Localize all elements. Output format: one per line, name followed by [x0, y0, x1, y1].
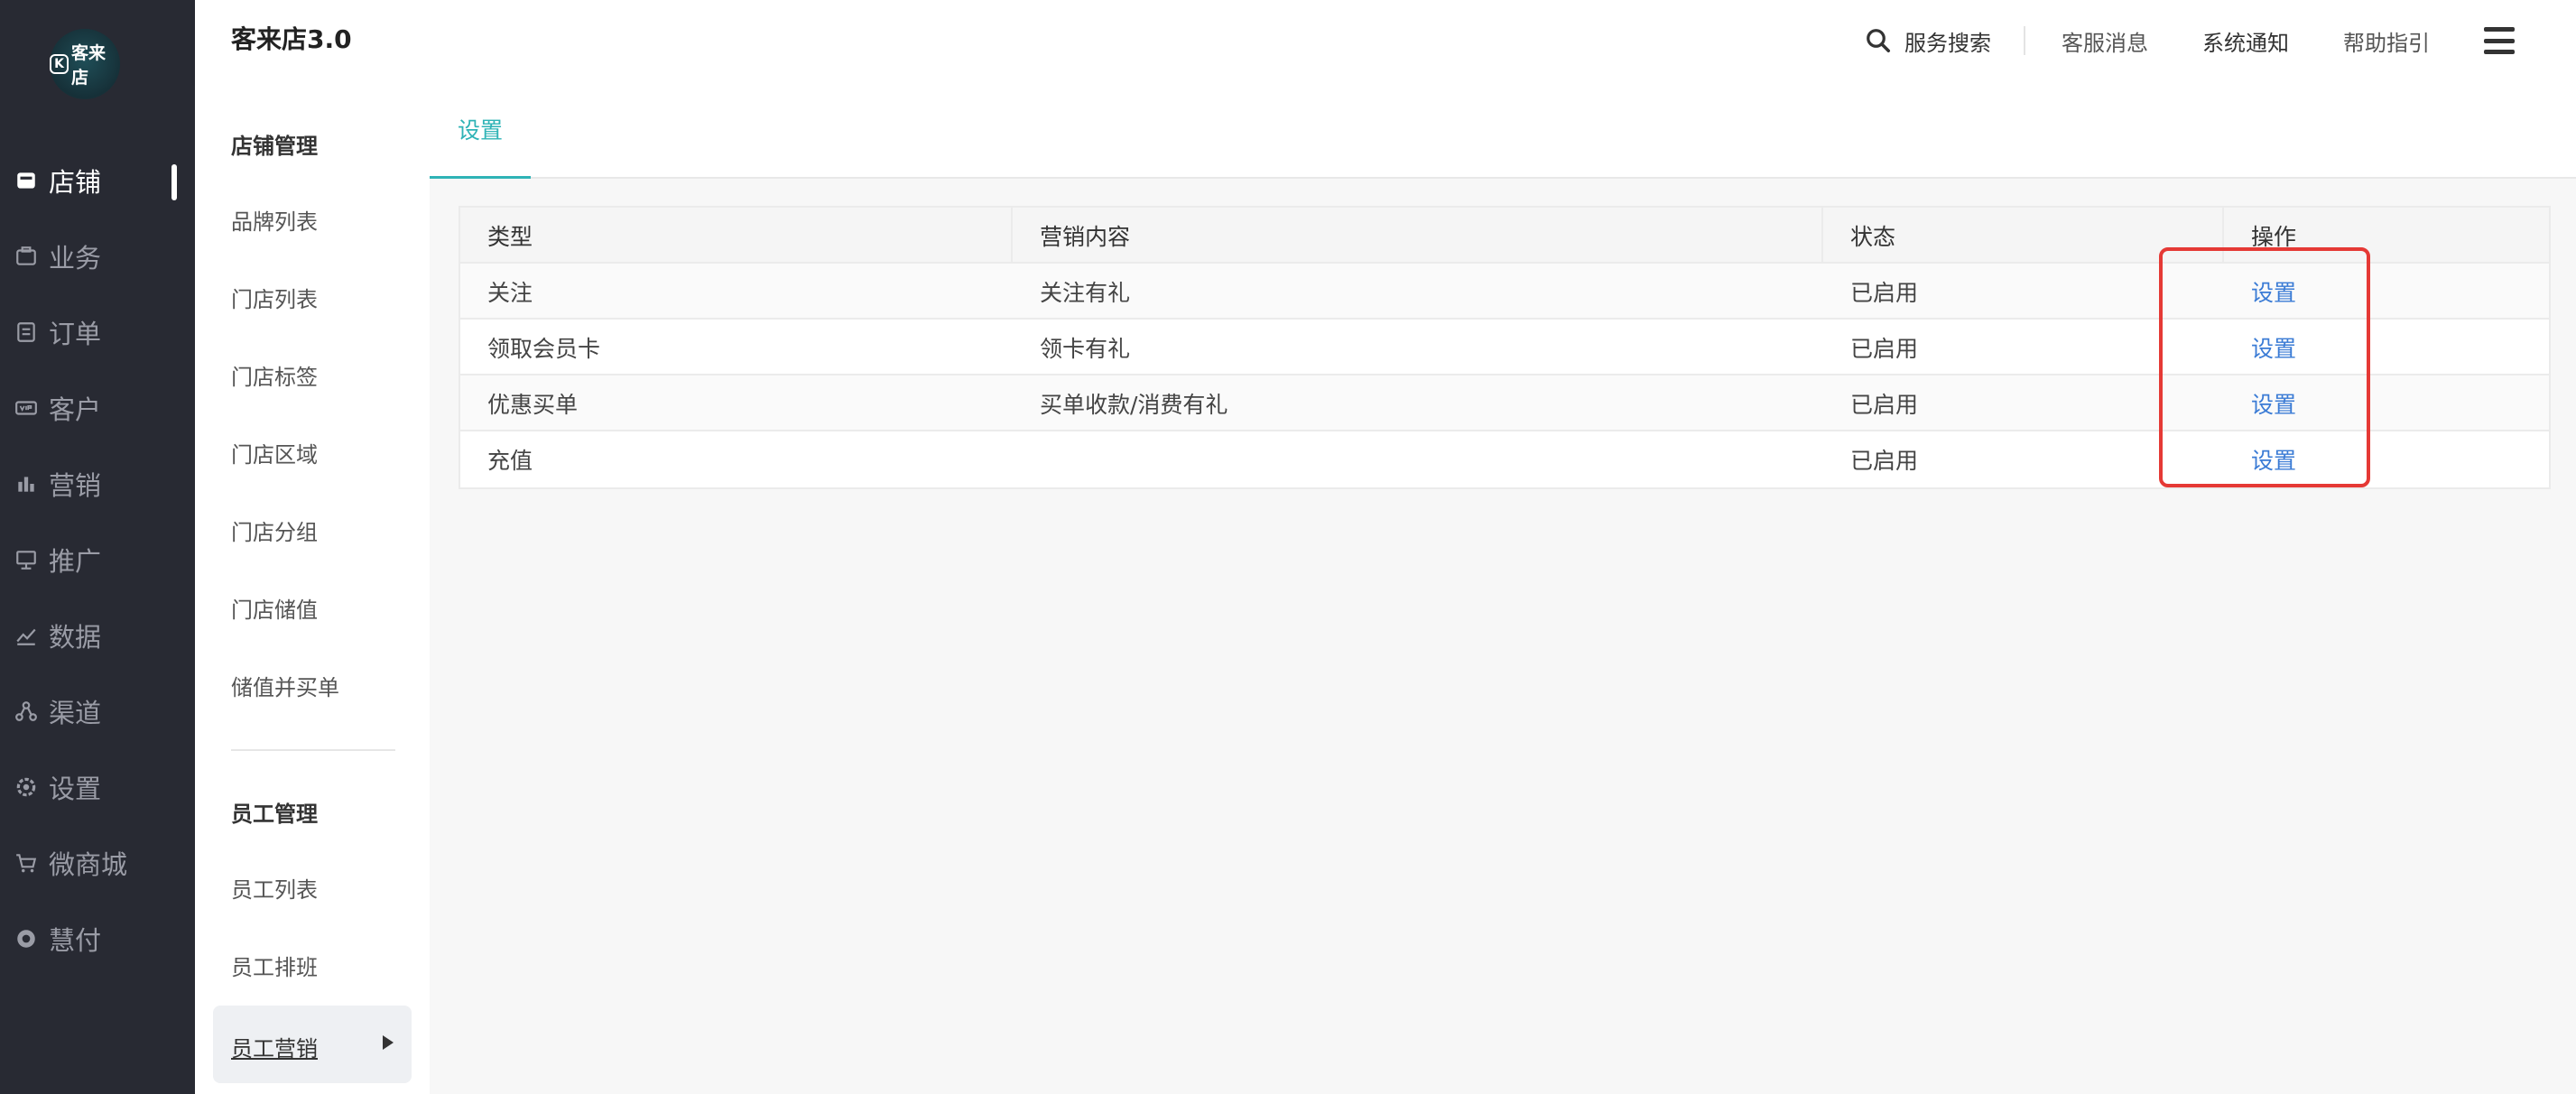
sidebar-item-orders[interactable]: 订单	[0, 305, 195, 359]
channel-icon	[14, 700, 38, 723]
caret-right-icon	[383, 1035, 394, 1050]
table-row: 关注 关注有礼 已启用 设置	[460, 264, 2549, 320]
submenu-divider	[231, 749, 395, 751]
submenu-item-brand-list[interactable]: 品牌列表	[231, 204, 318, 236]
header-actions: 服务搜索 客服消息 系统通知 帮助指引	[1865, 0, 2576, 81]
row-type: 领取会员卡	[487, 336, 601, 362]
header-divider	[2024, 26, 2025, 55]
staff-management-heading: 员工管理	[231, 802, 318, 827]
row-settings-link[interactable]: 设置	[2251, 264, 2296, 320]
vip-icon	[14, 396, 38, 420]
sidebar-item-label: 业务	[49, 243, 102, 274]
sidebar-item-label: 营销	[49, 470, 102, 501]
marketing-table: 类型 营销内容 状态 操作 关注 关注有礼 已启用 设置 领取会员卡 领卡有礼 …	[459, 206, 2551, 489]
main-content: 设置 类型 营销内容 状态 操作 关注 关注有礼 已启用 设置 领取会员卡 领卡…	[430, 81, 2576, 1094]
table-row: 充值 已启用 设置	[460, 431, 2549, 487]
hamburger-menu-icon[interactable]	[2484, 27, 2515, 54]
sidebar-item-data[interactable]: 数据	[0, 608, 195, 663]
row-settings-link[interactable]: 设置	[2251, 320, 2296, 375]
logo-k-mark: K	[50, 54, 69, 74]
store-management-heading: 店铺管理	[231, 134, 318, 159]
submenu-item-store-list[interactable]: 门店列表	[231, 282, 318, 313]
sidebar-item-label: 微商城	[49, 849, 128, 880]
table-row: 领取会员卡 领卡有礼 已启用 设置	[460, 320, 2549, 375]
service-search-button[interactable]: 服务搜索	[1865, 25, 1991, 57]
customer-service-link[interactable]: 客服消息	[2062, 25, 2148, 57]
sidebar-item-channels[interactable]: 渠道	[0, 684, 195, 738]
secondary-menu: 店铺管理 品牌列表 门店列表 门店标签 门店区域 门店分组 门店储值 储值并买单…	[195, 81, 430, 1094]
column-header-action: 操作	[2251, 224, 2297, 250]
row-settings-link[interactable]: 设置	[2251, 375, 2296, 431]
tabs-bar: 设置	[430, 81, 2576, 179]
system-notice-link[interactable]: 系统通知	[2202, 25, 2289, 57]
store-icon	[14, 169, 38, 192]
sidebar-item-mall[interactable]: 微商城	[0, 836, 195, 890]
row-type: 关注	[487, 280, 533, 306]
row-settings-link[interactable]: 设置	[2251, 431, 2296, 487]
main-sidebar: K 客来店 店铺 业务 订单 客户 营销 推广 数据 渠道 设置 微商城 慧付	[0, 0, 195, 1094]
sidebar-item-label: 设置	[49, 774, 102, 804]
row-type: 充值	[487, 448, 533, 474]
app-logo[interactable]: K 客来店	[50, 29, 120, 99]
sidebar-item-label: 慧付	[49, 925, 102, 956]
submenu-active-label: 员工营销	[231, 1036, 318, 1062]
service-search-label: 服务搜索	[1904, 30, 1991, 56]
line-chart-icon	[14, 624, 38, 647]
submenu-item-staff-marketing[interactable]: 员工营销	[213, 1006, 412, 1083]
top-header: 客来店3.0 服务搜索 客服消息 系统通知 帮助指引	[195, 0, 2576, 81]
bar-chart-icon	[14, 472, 38, 496]
sidebar-item-business[interactable]: 业务	[0, 229, 195, 283]
sidebar-item-store[interactable]: 店铺	[0, 153, 195, 208]
submenu-item-store-balance[interactable]: 门店储值	[231, 592, 318, 624]
column-header-content: 营销内容	[1040, 224, 1131, 250]
row-type: 优惠买单	[487, 392, 579, 418]
order-icon	[14, 320, 38, 344]
sidebar-item-promotion[interactable]: 推广	[0, 533, 195, 587]
column-header-type: 类型	[487, 224, 533, 250]
cart-icon	[14, 851, 38, 875]
column-header-status: 状态	[1850, 224, 1896, 250]
row-status: 已启用	[1850, 392, 1919, 418]
submenu-item-balance-pay[interactable]: 储值并买单	[231, 670, 339, 701]
sidebar-item-label: 数据	[49, 622, 102, 653]
submenu-item-store-tags[interactable]: 门店标签	[231, 359, 318, 391]
sidebar-item-label: 渠道	[49, 698, 102, 728]
submenu-item-staff-schedule[interactable]: 员工排班	[231, 950, 318, 981]
help-guide-link[interactable]: 帮助指引	[2343, 25, 2430, 57]
row-content: 关注有礼	[1040, 280, 1131, 306]
briefcase-icon	[14, 245, 38, 268]
logo-text: 客来店	[71, 43, 107, 88]
sidebar-item-label: 订单	[49, 319, 102, 349]
tab-settings[interactable]: 设置	[430, 81, 531, 179]
billboard-icon	[14, 548, 38, 571]
submenu-item-store-group[interactable]: 门店分组	[231, 515, 318, 546]
table-row: 优惠买单 买单收款/消费有礼 已启用 设置	[460, 375, 2549, 431]
app-title: 客来店3.0	[231, 24, 352, 54]
submenu-item-store-region[interactable]: 门店区域	[231, 437, 318, 468]
sidebar-item-label: 推广	[49, 546, 102, 577]
row-content: 领卡有礼	[1040, 336, 1131, 362]
sidebar-item-label: 客户	[49, 394, 102, 425]
sidebar-item-marketing[interactable]: 营销	[0, 457, 195, 511]
table-header-row: 类型 营销内容 状态 操作	[460, 208, 2549, 264]
sidebar-item-pay[interactable]: 慧付	[0, 912, 195, 966]
sidebar-item-label: 店铺	[49, 167, 102, 198]
row-status: 已启用	[1850, 280, 1919, 306]
pay-icon	[14, 927, 38, 950]
sidebar-item-settings[interactable]: 设置	[0, 760, 195, 814]
search-icon	[1867, 29, 1890, 52]
row-status: 已启用	[1850, 448, 1919, 474]
submenu-item-staff-list[interactable]: 员工列表	[231, 872, 318, 904]
row-status: 已启用	[1850, 336, 1919, 362]
row-content: 买单收款/消费有礼	[1040, 392, 1228, 418]
sidebar-item-customers[interactable]: 客户	[0, 381, 195, 435]
gear-icon	[14, 775, 38, 799]
